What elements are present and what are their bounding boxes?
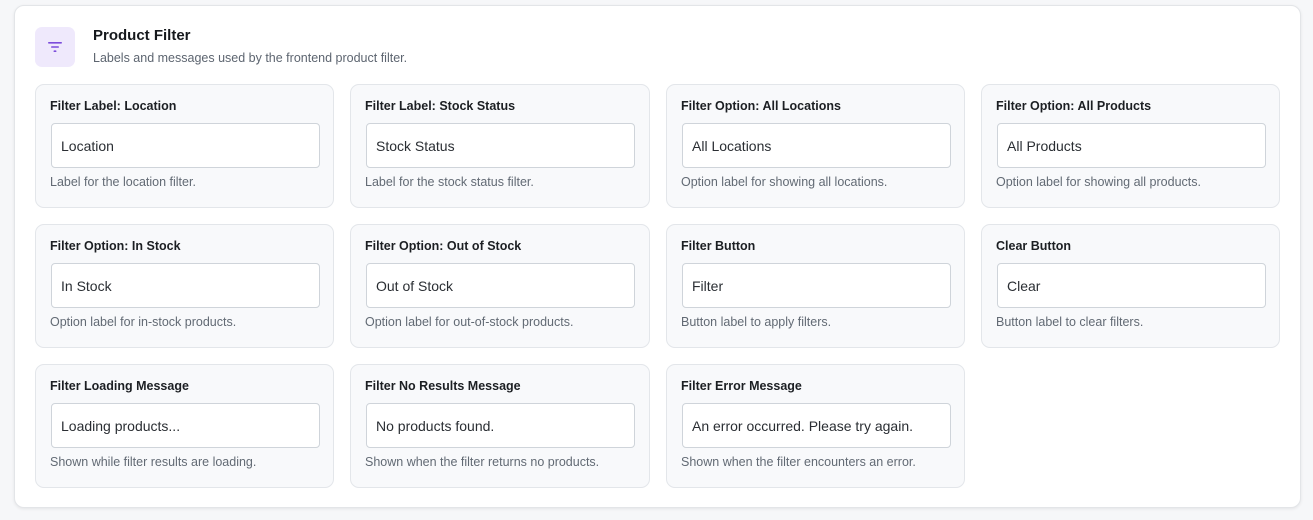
clear-button-field-card: Clear Button Button label to clear filter… — [981, 224, 1280, 348]
clear-button-label: Clear Button — [996, 239, 1071, 253]
filter-label-location-label: Filter Label: Location — [50, 99, 177, 113]
filter-option-in-stock-hint: Option label for in-stock products. — [50, 315, 237, 329]
filter-option-in-stock-field-card: Filter Option: In Stock Option label for … — [35, 224, 334, 348]
filter-loading-message-field-card: Filter Loading Message Shown while filter… — [35, 364, 334, 488]
filter-option-all-products-label: Filter Option: All Products — [996, 99, 1152, 113]
filter-label-stock-status-label: Filter Label: Stock Status — [365, 99, 516, 113]
filter-option-out-of-stock-label: Filter Option: Out of Stock — [365, 239, 522, 253]
field-grid: Filter Label: Location Label for the loca… — [35, 84, 1280, 488]
filter-error-message-field-card: Filter Error Message Shown when the filte… — [666, 364, 965, 488]
filter-no-results-message-label: Filter No Results Message — [365, 379, 521, 393]
filter-loading-message-input[interactable] — [51, 403, 320, 448]
filter-error-message-input[interactable] — [682, 403, 951, 448]
filter-option-out-of-stock-hint: Option label for out-of-stock products. — [365, 315, 574, 329]
filter-button-label: Filter Button — [681, 239, 756, 253]
filter-option-all-locations-input[interactable] — [682, 123, 951, 168]
section-subtitle: Labels and messages used by the frontend… — [93, 51, 408, 65]
filter-error-message-label: Filter Error Message — [681, 379, 802, 393]
filter-option-out-of-stock-input[interactable] — [366, 263, 635, 308]
filter-option-all-products-hint: Option label for showing all products. — [996, 175, 1201, 189]
filter-label-location-hint: Label for the location filter. — [50, 175, 196, 189]
filter-option-all-products-field-card: Filter Option: All Products Option label … — [981, 84, 1280, 208]
filter-option-all-locations-label: Filter Option: All Locations — [681, 99, 841, 113]
filter-label-stock-status-input[interactable] — [366, 123, 635, 168]
filter-option-in-stock-input[interactable] — [51, 263, 320, 308]
filter-button-input[interactable] — [682, 263, 951, 308]
filter-label-stock-status-field-card: Filter Label: Stock Status Label for the … — [350, 84, 650, 208]
filter-label-stock-status-hint: Label for the stock status filter. — [365, 175, 534, 189]
filter-loading-message-hint: Shown while filter results are loading. — [50, 455, 257, 469]
filter-option-all-locations-field-card: Filter Option: All Locations Option label… — [666, 84, 965, 208]
filter-option-all-products-input[interactable] — [997, 123, 1266, 168]
product-filter-panel: Product Filter Labels and messages used … — [14, 5, 1301, 508]
filter-loading-message-label: Filter Loading Message — [50, 379, 189, 393]
filter-button-hint: Button label to apply filters. — [681, 315, 832, 329]
filter-no-results-message-hint: Shown when the filter returns no product… — [365, 455, 600, 469]
filter-button-field-card: Filter Button Button label to apply filte… — [666, 224, 965, 348]
filter-label-location-input[interactable] — [51, 123, 320, 168]
filter-option-all-locations-hint: Option label for showing all locations. — [681, 175, 888, 189]
filter-option-out-of-stock-field-card: Filter Option: Out of Stock Option label … — [350, 224, 650, 348]
clear-button-input[interactable] — [997, 263, 1266, 308]
filter-no-results-message-input[interactable] — [366, 403, 635, 448]
section-title: Product Filter — [93, 27, 191, 44]
filter-option-in-stock-label: Filter Option: In Stock — [50, 239, 181, 253]
filter-icon — [35, 27, 75, 67]
filter-label-location-field-card: Filter Label: Location Label for the loca… — [35, 84, 334, 208]
section-header: Product Filter Labels and messages used … — [35, 27, 407, 67]
clear-button-hint: Button label to clear filters. — [996, 315, 1144, 329]
filter-no-results-message-field-card: Filter No Results Message Shown when the … — [350, 364, 650, 488]
filter-error-message-hint: Shown when the filter encounters an erro… — [681, 455, 916, 469]
